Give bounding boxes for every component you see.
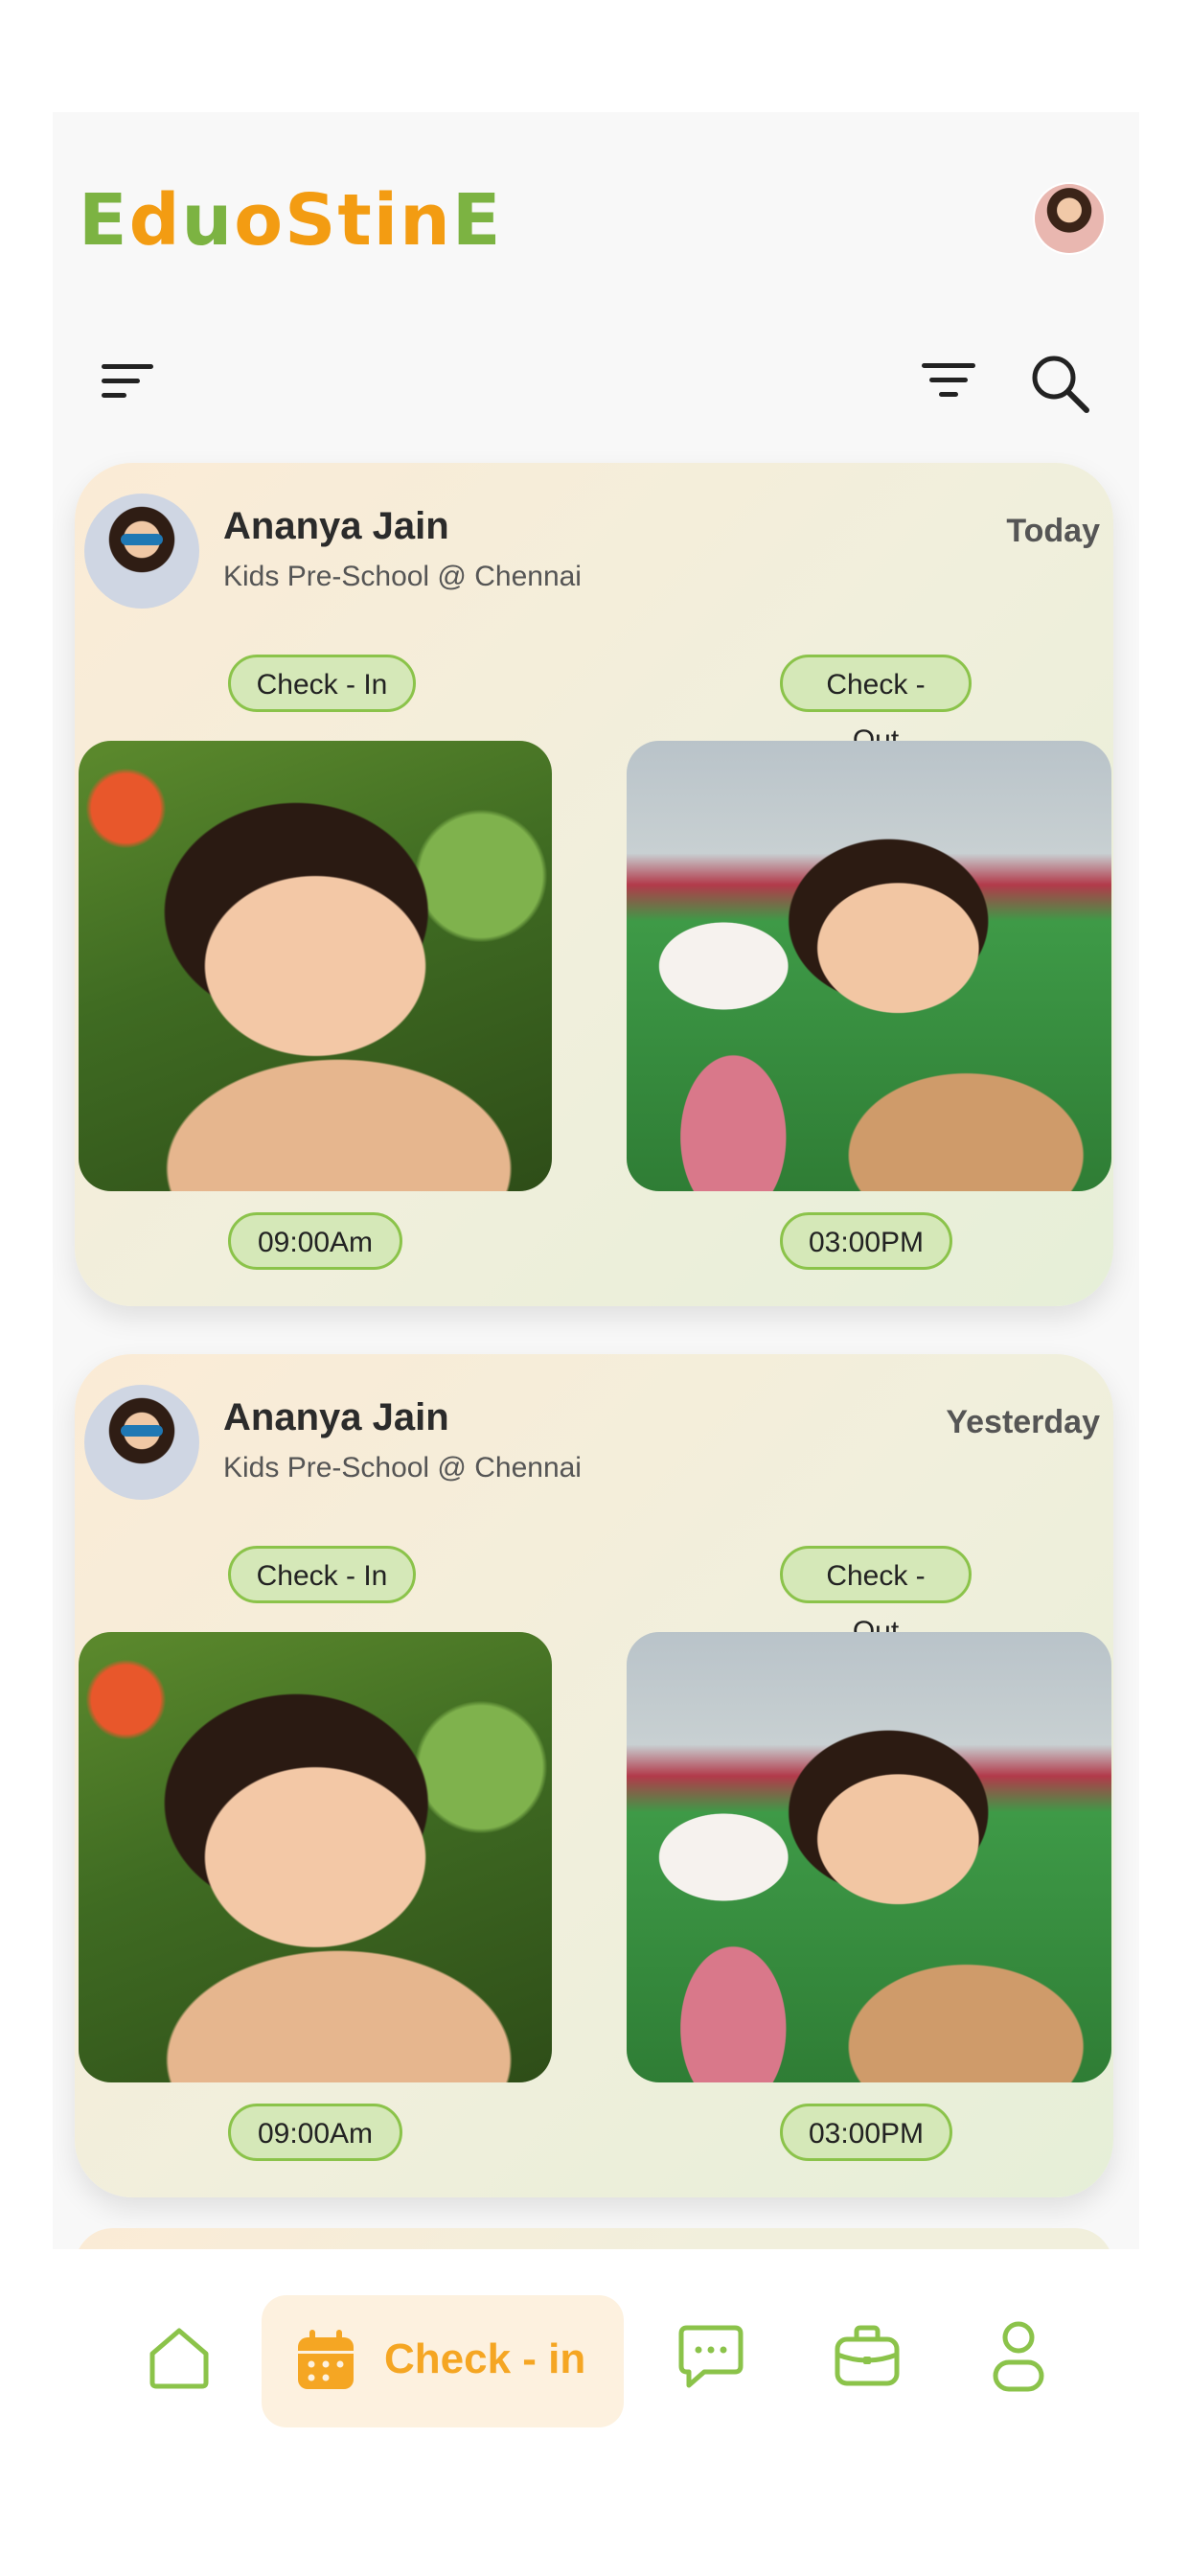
- student-name: Ananya Jain: [223, 505, 449, 547]
- check-out-time: 03:00PM: [780, 2104, 952, 2161]
- check-out-badge: Check - Out: [780, 655, 972, 756]
- calendar-icon: [298, 2330, 354, 2389]
- check-in-photo[interactable]: [79, 1632, 552, 2082]
- profile-icon[interactable]: [992, 2320, 1045, 2393]
- school-name: Kids Pre-School @ Chennai: [223, 1452, 582, 1484]
- logo-letter: u: [181, 179, 235, 262]
- logo-letter: i: [373, 179, 400, 262]
- logo-letter: n: [400, 179, 452, 262]
- logo-letter: E: [79, 179, 129, 262]
- check-in-badge: Check - In: [228, 1546, 416, 1603]
- student-avatar: [84, 494, 199, 609]
- logo-letter: t: [337, 179, 374, 262]
- student-name: Ananya Jain: [223, 1396, 449, 1438]
- check-in-badge: Check - In: [228, 655, 416, 712]
- home-icon[interactable]: [145, 2323, 214, 2392]
- nav-checkin-label: Check - in: [384, 2335, 586, 2382]
- filter-icon[interactable]: [920, 359, 977, 402]
- check-in-photo[interactable]: [79, 741, 552, 1191]
- check-out-time: 03:00PM: [780, 1212, 952, 1270]
- logo-letter: d: [128, 179, 182, 262]
- check-out-photo[interactable]: [627, 741, 1111, 1191]
- day-label: Today: [1006, 513, 1100, 549]
- check-in-time: 09:00Am: [228, 1212, 402, 1270]
- logo-letter: S: [285, 179, 338, 262]
- nav-checkin-button[interactable]: Check - in: [262, 2295, 624, 2427]
- attendance-card[interactable]: Ananya Jain Kids Pre-School @ Chennai To…: [75, 463, 1113, 1306]
- check-out-badge: Check - Out: [780, 1546, 972, 1647]
- menu-icon[interactable]: [100, 360, 155, 402]
- search-icon[interactable]: [1029, 353, 1092, 416]
- check-out-photo[interactable]: [627, 1632, 1111, 2082]
- chat-icon[interactable]: [677, 2324, 744, 2389]
- logo-letter: o: [234, 179, 286, 262]
- day-label: Yesterday: [946, 1404, 1100, 1440]
- bottom-nav: Check - in: [53, 2249, 1139, 2479]
- student-avatar: [84, 1385, 199, 1500]
- briefcase-icon[interactable]: [834, 2324, 901, 2387]
- attendance-card[interactable]: Ananya Jain Kids Pre-School @ Chennai Ye…: [75, 1354, 1113, 2197]
- check-in-time: 09:00Am: [228, 2104, 402, 2161]
- logo-letter: E: [451, 179, 503, 262]
- school-name: Kids Pre-School @ Chennai: [223, 561, 582, 592]
- app-logo: E d u o S t i n E: [79, 182, 502, 259]
- user-avatar[interactable]: [1035, 184, 1104, 253]
